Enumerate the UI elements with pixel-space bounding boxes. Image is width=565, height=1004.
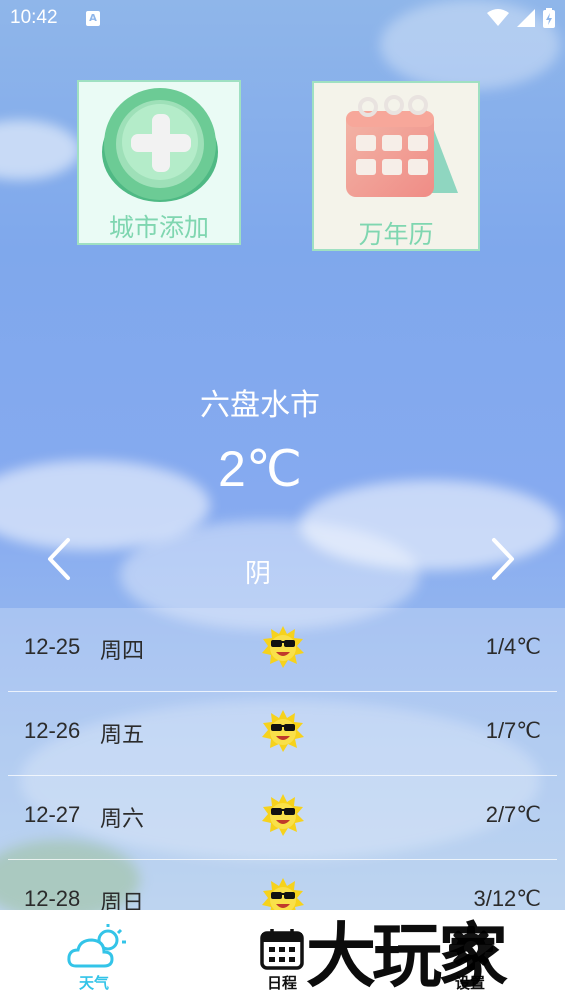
forecast-day: 周日 (100, 891, 145, 910)
next-arrow-icon[interactable] (488, 536, 520, 582)
forecast-temp-range: 1/4℃ (485, 634, 541, 659)
notification-icon: A (86, 11, 100, 26)
sunny-face-icon (262, 794, 304, 836)
wifi-icon (487, 9, 509, 26)
forecast-row[interactable]: 12-25 周四 1/4℃ (8, 608, 557, 692)
forecast-day: 周四 (100, 639, 145, 664)
forecast-day: 周五 (100, 723, 145, 748)
battery-icon (543, 8, 555, 28)
add-city-label: 城市添加 (108, 213, 209, 242)
tab-weather-label: 天气 (78, 974, 109, 992)
signal-icon (517, 9, 535, 27)
forecast-date: 12-26 (24, 718, 81, 743)
status-bar: 10:42 A (0, 0, 565, 38)
status-time: 10:42 (10, 7, 58, 28)
forecast-date: 12-27 (24, 802, 81, 827)
calendar-tile[interactable]: 万年历 (312, 81, 480, 251)
sunny-face-icon (262, 626, 304, 668)
sunny-face-icon (262, 710, 304, 752)
forecast-row[interactable]: 12-26 周五 1/7℃ (8, 692, 557, 776)
forecast-row[interactable]: 12-28 周日 3/12℃ (8, 860, 557, 910)
forecast-row[interactable]: 12-27 周六 2/7℃ (8, 776, 557, 860)
forecast-temp-range: 2/7℃ (485, 802, 541, 827)
forecast-temp-range: 3/12℃ (473, 886, 541, 910)
forecast-date: 12-25 (24, 634, 81, 659)
current-temperature: 2℃ (218, 441, 302, 497)
tab-weather[interactable]: 天气 (54, 910, 134, 1004)
calendar-grid-icon (260, 929, 304, 970)
forecast-temp-range: 1/7℃ (485, 718, 541, 743)
city-name: 六盘水市 (200, 388, 320, 423)
calendar-label: 万年历 (358, 220, 434, 249)
plus-circle-icon (102, 88, 218, 202)
calendar-icon (346, 95, 458, 197)
cloud-sun-icon (67, 924, 126, 968)
sunny-face-icon (262, 878, 304, 910)
forecast-date: 12-28 (24, 886, 81, 910)
weather-condition: 阴 (244, 559, 271, 589)
status-icons (487, 8, 555, 28)
watermark: 大玩家 (306, 914, 508, 997)
forecast-list: 12-25 周四 1/4℃ 12-26 周五 1/7℃ 12-27 周六 2/7… (0, 608, 565, 910)
forecast-day: 周六 (100, 807, 145, 832)
add-city-tile[interactable]: 城市添加 (77, 80, 241, 245)
